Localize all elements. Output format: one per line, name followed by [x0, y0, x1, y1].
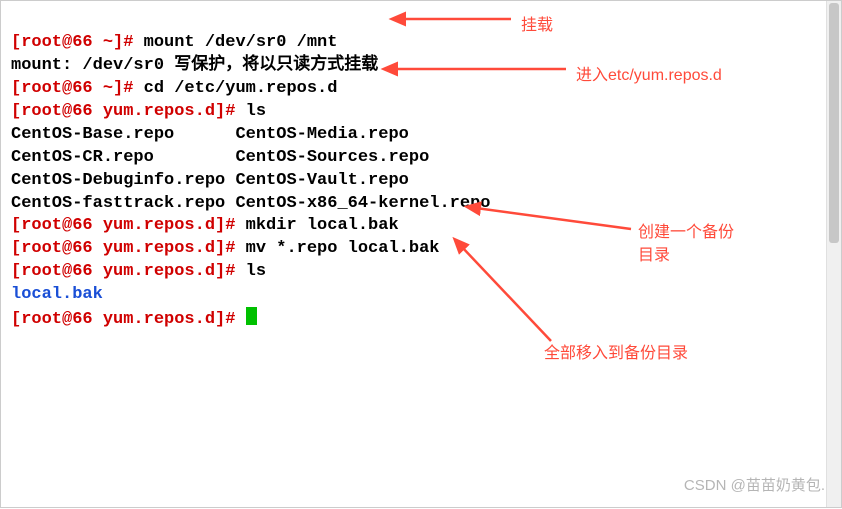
prompt: [root@66 yum.repos.d]#: [11, 262, 235, 281]
command-text: [235, 310, 245, 329]
prompt: [root@66 yum.repos.d]#: [11, 310, 235, 329]
annotation-mkdir-line1: 创建一个备份: [638, 218, 734, 242]
annotation-cd: 进入etc/yum.repos.d: [576, 61, 722, 85]
ls-col2: CentOS-Sources.repo: [235, 148, 429, 167]
command-text: mv *.repo local.bak: [235, 239, 439, 258]
command-text: mount /dev/sr0 /mnt: [133, 33, 337, 52]
watermark-text: CSDN @苗苗奶黄包.: [684, 474, 825, 495]
terminal-cursor: [246, 307, 257, 325]
ls-col1: CentOS-Base.repo: [11, 125, 235, 144]
annotation-mkdir-line2: 目录: [638, 241, 670, 265]
command-text: cd /etc/yum.repos.d: [133, 79, 337, 98]
terminal-output: [root@66 ~]# mount /dev/sr0 /mnt mount: …: [1, 1, 841, 340]
prompt: [root@66 yum.repos.d]#: [11, 102, 235, 121]
command-text: ls: [235, 262, 266, 281]
prompt: [root@66 ~]#: [11, 79, 133, 98]
annotation-mv: 全部移入到备份目录: [544, 339, 688, 363]
scrollbar-thumb[interactable]: [829, 3, 839, 243]
ls-col1: CentOS-CR.repo: [11, 148, 235, 167]
ls-col2: CentOS-Vault.repo: [235, 171, 408, 190]
annotation-mount: 挂载: [521, 11, 553, 35]
command-text: ls: [235, 102, 266, 121]
ls-col2: CentOS-x86_64-kernel.repo: [235, 194, 490, 213]
prompt: [root@66 ~]#: [11, 33, 133, 52]
ls-col1: CentOS-fasttrack.repo: [11, 194, 235, 213]
vertical-scrollbar[interactable]: [826, 1, 841, 507]
ls-col2: CentOS-Media.repo: [235, 125, 408, 144]
prompt: [root@66 yum.repos.d]#: [11, 239, 235, 258]
command-text: mkdir local.bak: [235, 216, 398, 235]
output-line: mount: /dev/sr0 写保护，将以只读方式挂载: [11, 56, 378, 75]
prompt: [root@66 yum.repos.d]#: [11, 216, 235, 235]
directory-name: local.bak: [11, 285, 103, 304]
ls-col1: CentOS-Debuginfo.repo: [11, 171, 235, 190]
